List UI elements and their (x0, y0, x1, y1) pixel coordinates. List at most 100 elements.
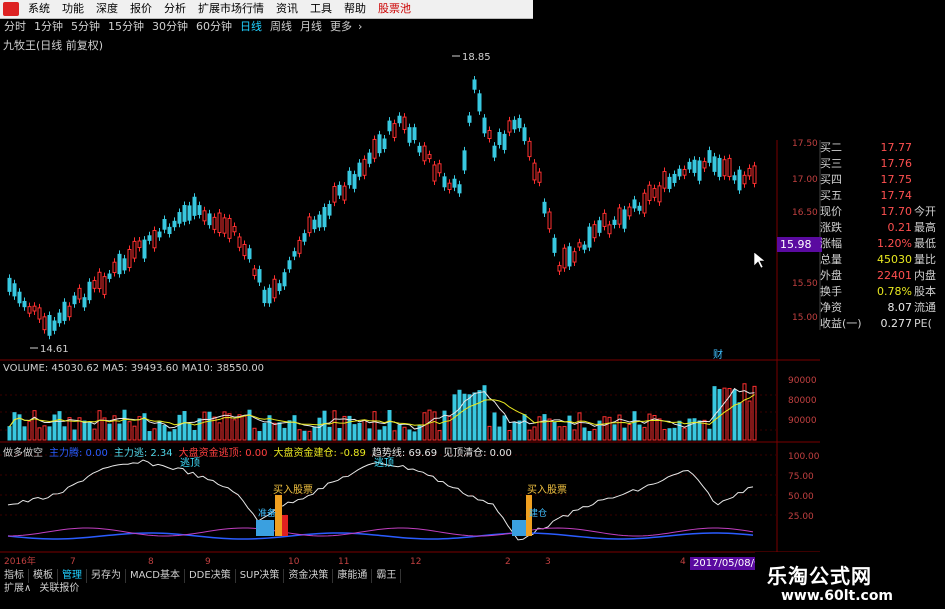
quote-key: 换手 (820, 285, 842, 298)
tab-related-quote[interactable]: 关联报价 (35, 582, 83, 596)
trend-line (7, 459, 754, 541)
watermark: 乐淘公式网 www.60lt.com (755, 552, 945, 609)
candle-body (577, 242, 582, 248)
candle-body (537, 171, 542, 183)
volume-bar (562, 426, 567, 441)
quote-extra (912, 172, 944, 188)
volume-bar (497, 426, 502, 441)
candle-body (302, 233, 307, 242)
volume-bar (382, 426, 387, 441)
tab-capital[interactable]: 资金决策 (284, 569, 334, 583)
low-price-label: 14.61 (40, 344, 69, 355)
quote-row: 收益(一) 0.277 PE( (820, 316, 945, 332)
quote-extra: 股本 (914, 285, 936, 298)
candle-body (292, 251, 297, 257)
volume-bar (747, 400, 752, 441)
tab-save-as[interactable]: 另存为 (87, 569, 126, 583)
volume-bar (97, 410, 102, 441)
volume-bar (87, 421, 92, 441)
volume-bar (547, 418, 552, 441)
candle-body (202, 210, 207, 222)
candle-body (487, 129, 492, 140)
x-axis-label: 9 (205, 557, 211, 567)
candle-body (712, 156, 717, 172)
price-y-tick: 17.00 (792, 175, 818, 185)
volume-bar (407, 429, 412, 441)
volume-bar (607, 416, 612, 441)
volume-bar (252, 427, 257, 441)
candle-body (247, 248, 252, 260)
volume-bar (332, 410, 337, 441)
quote-extra (912, 156, 944, 172)
candle-body (682, 169, 687, 176)
volume-bar (492, 412, 497, 441)
volume-bar (37, 427, 42, 441)
volume-bar (182, 411, 187, 441)
candle-body (692, 159, 697, 173)
candle-body (137, 240, 142, 248)
candle-body (372, 138, 377, 159)
tab-macd[interactable]: MACD基本 (126, 569, 185, 583)
candle-body (477, 93, 482, 112)
candle-body (252, 268, 257, 276)
tab-indicator[interactable]: 指标 (0, 569, 29, 583)
candle-body (297, 239, 302, 254)
redaction-block (302, 285, 642, 323)
volume-bar (402, 426, 407, 441)
candle-body (697, 160, 702, 181)
volume-bar (237, 414, 242, 441)
indicator-y-tick: 100.00 (788, 452, 820, 462)
candle-body (147, 235, 152, 241)
price-y-tick: 15.50 (792, 279, 818, 289)
tab-template[interactable]: 模板 (29, 569, 58, 583)
tab-manage[interactable]: 管理 (58, 569, 87, 583)
volume-bar (627, 423, 632, 441)
quote-extra: 最高 (914, 221, 936, 234)
candle-body (127, 249, 132, 268)
candle-body (632, 199, 637, 209)
volume-bar (262, 422, 267, 441)
volume-bar (377, 429, 382, 441)
quote-row: 外盘 22401 内盘 (820, 268, 945, 284)
quote-value: 0.78% (877, 285, 912, 298)
candle-body (592, 224, 597, 239)
candle-body (167, 226, 172, 235)
volume-bar (27, 420, 32, 441)
x-axis-label: 4 (680, 557, 686, 567)
candle-body (522, 127, 527, 142)
tab-kangneng[interactable]: 康能通 (333, 569, 373, 583)
candle-body (92, 280, 97, 289)
build-block (256, 520, 274, 536)
kline-chart[interactable]: 买入股票 买入股票准备 建仓逃顶 逃顶18.8514.61财17.5017.0016.… (0, 0, 945, 609)
candle-body (457, 184, 462, 194)
candle-body (392, 123, 397, 138)
volume-bar (687, 418, 692, 441)
indicator-y-tick: 75.00 (788, 472, 814, 482)
candle-body (152, 230, 157, 249)
x-axis-label: 11 (338, 557, 349, 567)
tab-dde[interactable]: DDE决策 (185, 569, 236, 583)
candle-body (717, 157, 722, 177)
tab-extend[interactable]: 扩展∧ (0, 582, 35, 596)
buy-block (275, 495, 282, 536)
volume-bar (22, 426, 27, 441)
quote-row: 涨跌 0.21 最高 (820, 220, 945, 236)
candle-body (417, 145, 422, 153)
candle-body (667, 176, 672, 189)
volume-bar (282, 427, 287, 441)
candle-body (212, 216, 217, 230)
volume-y-tick: 90000 (788, 416, 817, 426)
build-block (512, 520, 526, 536)
candle-body (412, 127, 417, 141)
candle-body (367, 152, 372, 164)
watermark-title: 乐淘公式网 (767, 564, 872, 588)
candle-body (662, 171, 667, 189)
candle-body (557, 265, 562, 272)
tab-sup[interactable]: SUP决策 (236, 569, 285, 583)
volume-bar (352, 424, 357, 441)
tab-bawang[interactable]: 霸王 (372, 569, 402, 583)
quote-key: 买二 (820, 141, 842, 154)
volume-bar (477, 390, 482, 441)
quote-row: 现价 17.70 今开 (820, 204, 945, 220)
candle-body (232, 226, 237, 233)
